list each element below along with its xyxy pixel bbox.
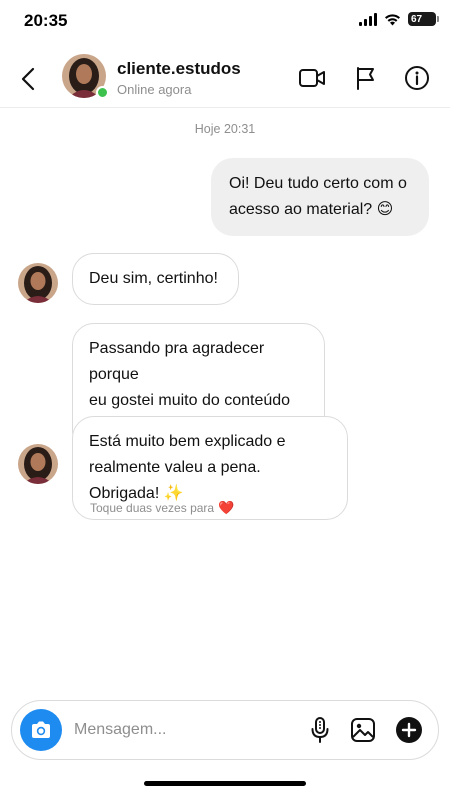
contact-avatar[interactable] [62,54,109,99]
contact-avatar-small[interactable] [18,263,58,303]
message-bubble-outgoing[interactable]: Oi! Deu tudo certo com o acesso ao mater… [211,158,429,236]
battery-icon: 67 [408,12,439,26]
back-button[interactable] [12,63,44,95]
chevron-left-icon [21,67,35,91]
flag-icon [357,67,374,90]
contact-username[interactable]: cliente.estudos [117,59,241,79]
plus-icon [396,717,422,743]
gallery-button[interactable] [347,714,379,746]
voice-message-button[interactable] [304,714,336,746]
home-indicator[interactable] [144,781,306,786]
image-icon [351,718,375,742]
contact-status: Online agora [117,82,192,97]
chat-timestamp: Hoje 20:31 [194,122,256,136]
online-indicator [96,86,109,99]
reaction-hint-text: Toque duas vezes para [90,501,215,515]
status-indicators: 67 [359,12,439,26]
camera-icon [32,721,50,738]
wifi-icon [385,13,400,25]
message-bubble-incoming[interactable]: Deu sim, certinho! [72,253,239,305]
microphone-icon [311,717,329,743]
message-line: Passando pra agradecer porque [89,340,265,383]
message-line: Deu sim, certinho! [89,270,218,287]
contact-avatar-small[interactable] [18,444,58,484]
message-line: acesso ao material? 😊 [229,201,394,218]
status-bar: 20:35 67 [0,0,450,44]
heart-icon[interactable]: ❤️ [218,500,234,516]
camera-button[interactable] [20,709,62,751]
message-line: Oi! Deu tudo certo com o [229,175,407,192]
message-line: Está muito bem explicado e [89,433,286,450]
info-button[interactable] [401,62,433,94]
status-time: 20:35 [24,11,68,30]
video-call-button[interactable] [296,62,328,94]
reaction-hint: Toque duas vezes para ❤️ [90,500,234,516]
video-camera-icon [299,69,325,87]
message-composer [11,700,439,760]
message-input[interactable] [74,715,294,745]
info-icon [405,66,429,90]
battery-level: 67 [411,13,423,25]
report-button[interactable] [349,62,381,94]
signal-icon [359,12,377,26]
chat-header: cliente.estudos Online agora [0,50,450,108]
more-options-button[interactable] [393,714,425,746]
